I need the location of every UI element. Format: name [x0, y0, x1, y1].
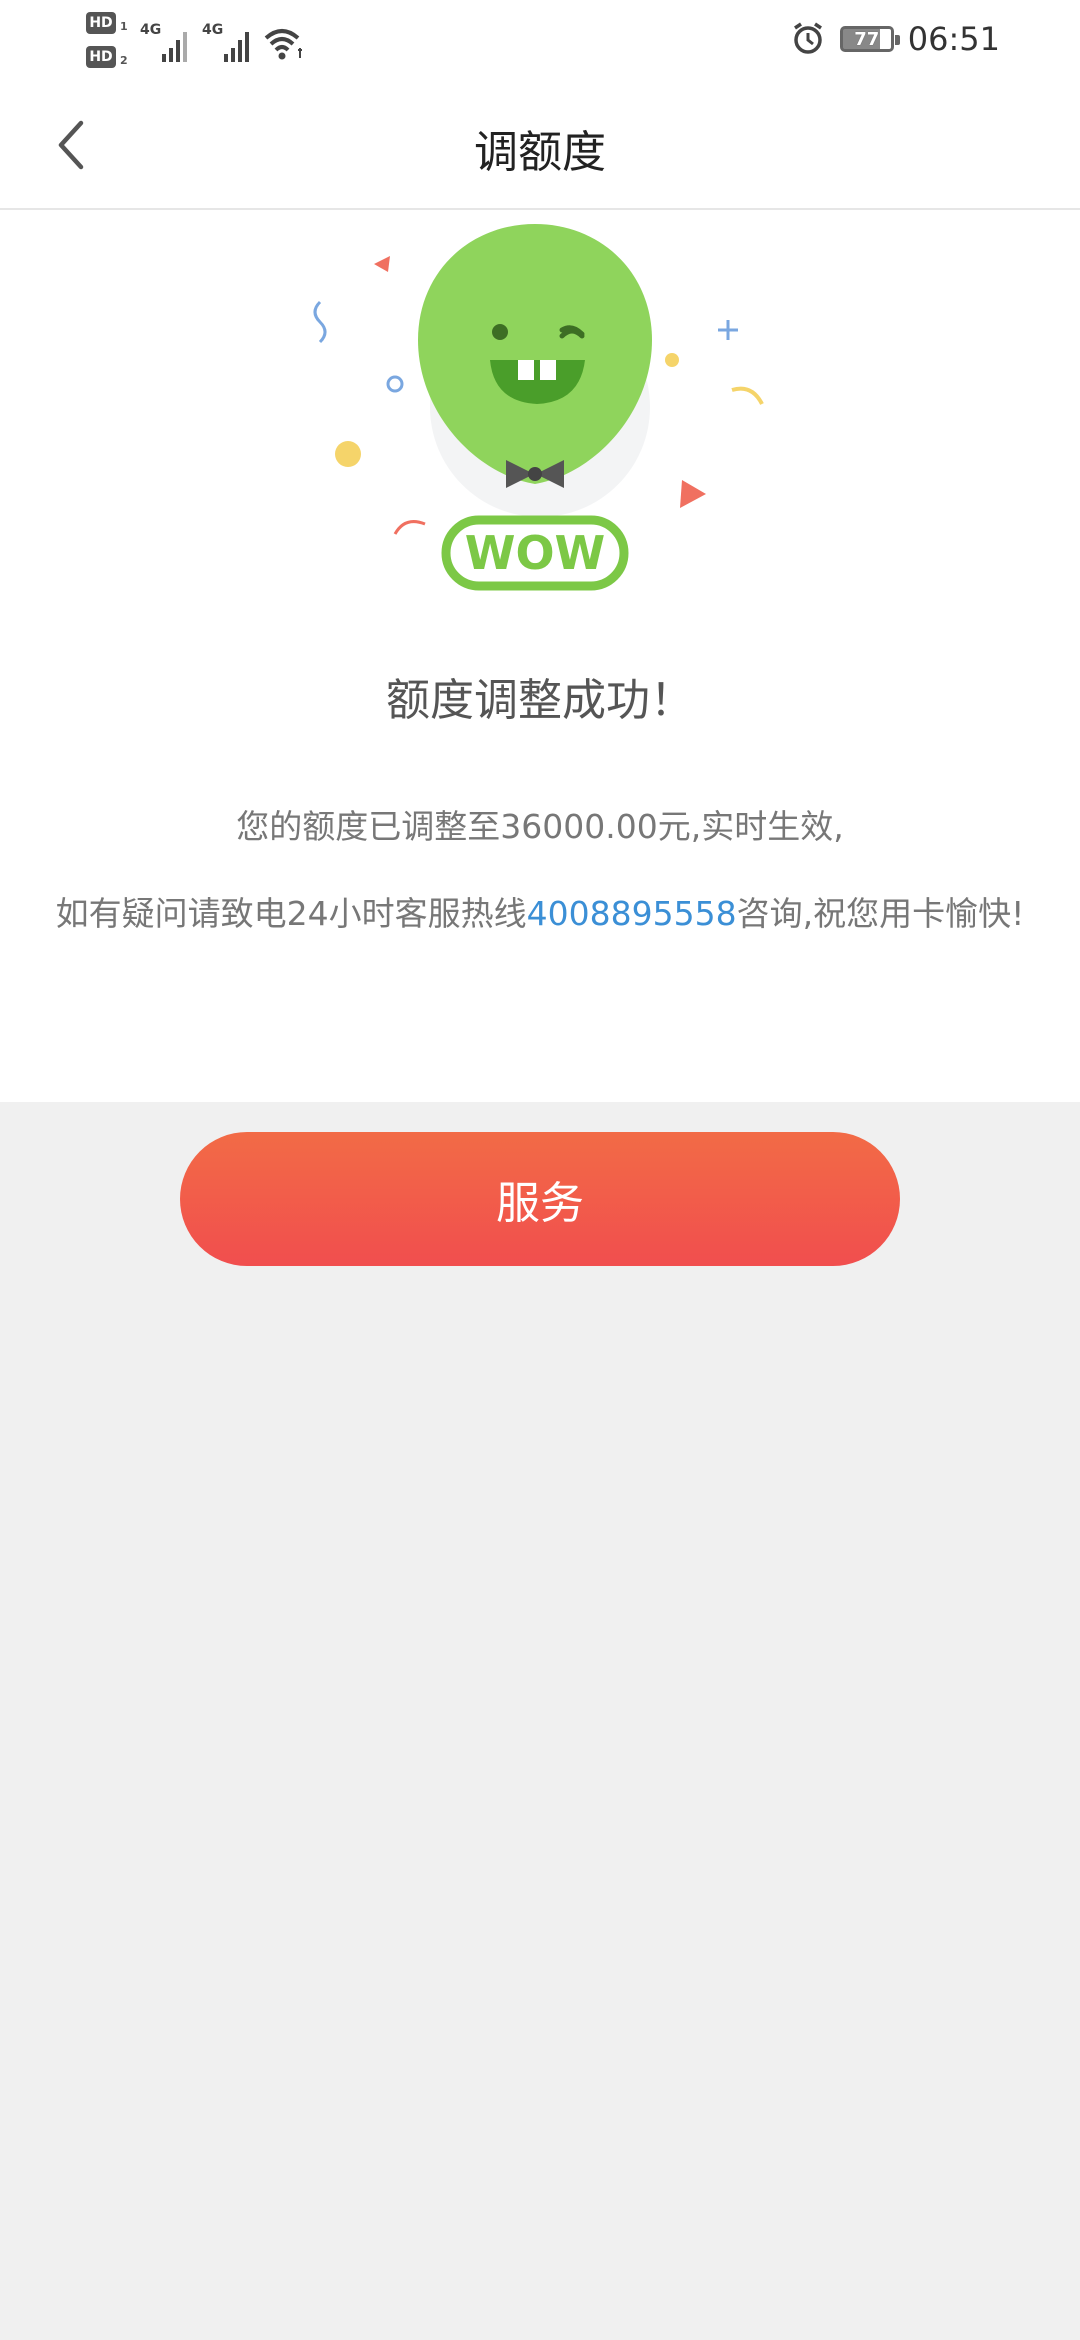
- message-line-2-prefix: 如有疑问请致电24小时客服热线: [55, 894, 527, 933]
- message-line-2-suffix: 咨询,祝您用卡愉快!: [736, 894, 1025, 933]
- confetti-dot: [335, 441, 361, 467]
- hd2-sub: 2: [120, 54, 128, 67]
- wifi-icon: [264, 29, 302, 60]
- signal-icon: [224, 32, 249, 62]
- wow-badge-text: WOW: [465, 526, 606, 580]
- status-right: 77 06:51: [790, 14, 1000, 64]
- network-type-2: 4G: [202, 22, 224, 38]
- battery-level: 77: [854, 28, 880, 50]
- balloon-eye: [492, 324, 508, 340]
- confetti-squiggle: [313, 300, 327, 344]
- balloon-tooth: [540, 360, 556, 380]
- status-bar: HD 1 HD 2 4G 4G 77 06:51: [0, 0, 1080, 80]
- alarm-icon: [793, 22, 822, 54]
- network-type-1: 4G: [140, 22, 162, 38]
- hotline-link[interactable]: 4008895558: [527, 894, 737, 933]
- confetti-arc: [393, 520, 426, 535]
- balloon-tooth: [518, 360, 534, 380]
- hd2-badge: HD: [86, 46, 116, 68]
- confetti-arc: [731, 386, 764, 405]
- battery-icon: 77: [839, 26, 900, 52]
- hd1-sub: 1: [120, 20, 128, 33]
- nav-bar: 调额度: [0, 80, 1080, 210]
- success-title: 额度调整成功！: [386, 675, 694, 726]
- page-title: 调额度: [474, 127, 606, 178]
- confetti-plus: [718, 320, 738, 340]
- hd1-badge: HD: [86, 12, 116, 34]
- confetti-triangle: [374, 256, 390, 272]
- confetti-triangle: [680, 480, 706, 508]
- message-line-2: 如有疑问请致电24小时客服热线4008895558咨询,祝您用卡愉快!: [48, 890, 1032, 938]
- clock: 06:51: [907, 20, 1000, 58]
- confetti-ring: [386, 375, 404, 393]
- success-illustration: WOW: [313, 224, 764, 591]
- signal-icon: [162, 32, 187, 62]
- service-button[interactable]: 服务: [180, 1132, 900, 1266]
- message-line-1: 您的额度已调整至36000.00元,实时生效,: [236, 807, 844, 846]
- bow-tie-knot: [528, 467, 542, 481]
- confetti-dot: [665, 353, 679, 367]
